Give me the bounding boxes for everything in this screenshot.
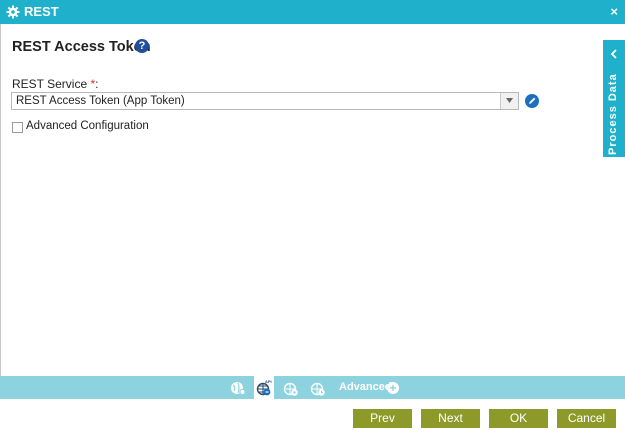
process-data-label: Process Data bbox=[607, 73, 619, 155]
rest-service-value: REST Access Token (App Token) bbox=[16, 95, 185, 107]
rest-web-icon[interactable]: API bbox=[254, 376, 274, 399]
globe-gear-icon[interactable] bbox=[228, 378, 248, 397]
left-border bbox=[0, 24, 1, 376]
close-icon[interactable]: × bbox=[610, 4, 618, 19]
dropdown-button[interactable] bbox=[500, 93, 518, 109]
prev-button[interactable]: Prev bbox=[353, 409, 412, 428]
title-bar: REST × bbox=[0, 0, 625, 24]
rest-service-select[interactable]: REST Access Token (App Token) bbox=[11, 92, 519, 110]
gear-icon bbox=[6, 5, 20, 19]
advanced-configuration-checkbox[interactable] bbox=[12, 122, 23, 133]
process-data-tab[interactable]: Process Data bbox=[603, 40, 625, 157]
rest-service-label-text: REST Service bbox=[12, 77, 88, 91]
rest-service-label: REST Service *: bbox=[12, 77, 99, 91]
chevron-down-icon bbox=[506, 98, 513, 103]
help-icon[interactable]: ? bbox=[135, 39, 149, 53]
advanced-configuration-label: Advanced Configuration bbox=[26, 120, 149, 132]
chevron-left-icon bbox=[610, 49, 617, 59]
plus-icon[interactable]: + bbox=[387, 382, 399, 394]
svg-text:API: API bbox=[265, 379, 272, 384]
window-title: REST bbox=[24, 4, 59, 19]
next-button[interactable]: Next bbox=[421, 409, 480, 428]
label-colon: : bbox=[95, 77, 99, 91]
edit-icon[interactable] bbox=[525, 94, 539, 108]
advanced-label[interactable]: Advanced bbox=[339, 381, 392, 393]
ok-button[interactable]: OK bbox=[489, 409, 548, 428]
bottom-toolbar: API Advanced + bbox=[0, 376, 625, 399]
rest-web-timer-icon[interactable] bbox=[308, 378, 328, 397]
rest-web-settings-icon[interactable] bbox=[281, 378, 301, 397]
cancel-button[interactable]: Cancel bbox=[557, 409, 616, 428]
page-title: REST Access Token bbox=[12, 39, 151, 55]
